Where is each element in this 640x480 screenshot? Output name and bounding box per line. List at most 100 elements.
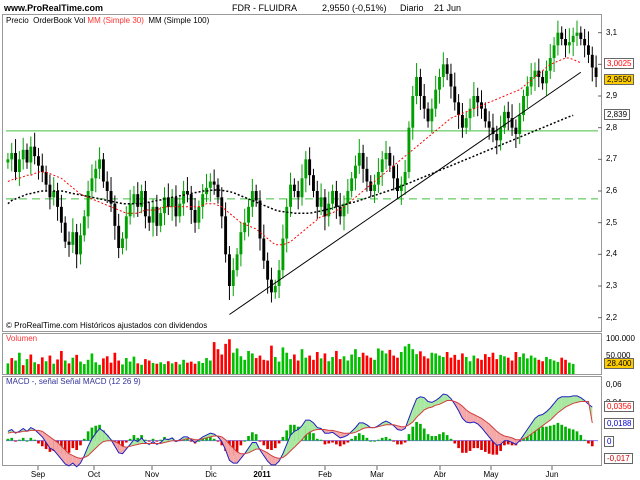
candle-body (159, 213, 163, 226)
candle-body (56, 191, 60, 207)
candle-body (132, 194, 136, 204)
volume-bar (102, 358, 105, 374)
candle-body (457, 102, 461, 115)
price-tick-label: 2,3 (606, 281, 618, 290)
volume-bar (121, 364, 124, 374)
price-tick-label: 2,6 (606, 186, 618, 195)
x-tick-label: Abr (434, 470, 447, 479)
macd-hist-bar (541, 426, 544, 441)
candle-body (193, 210, 197, 223)
macd-hist-bar (434, 436, 438, 441)
macd-hist-bar (124, 440, 128, 443)
candle-body (472, 96, 476, 109)
macd-hist-bar (75, 440, 78, 450)
macd-hist-bar (319, 439, 323, 441)
volume-bar (33, 362, 36, 374)
candle-body (537, 70, 541, 77)
volume-bar (350, 354, 353, 374)
candle-body (33, 146, 37, 157)
volume-bar (197, 361, 201, 374)
candle-body (346, 191, 350, 204)
macd-hist-bar (258, 440, 262, 442)
volume-bar (40, 357, 44, 374)
volume-bar (545, 356, 548, 374)
volume-bar (464, 356, 468, 374)
volume-bar (18, 352, 21, 374)
volume-bar (220, 354, 224, 374)
candle-body (136, 194, 140, 207)
macd-hist-bar (548, 425, 552, 441)
candle-body (182, 191, 186, 204)
macd-hist-bar (579, 435, 583, 441)
candle-body (487, 121, 491, 128)
candle-body (117, 225, 121, 248)
candle-body (266, 260, 270, 280)
candle-body (151, 206, 155, 223)
macd-hist-bar (147, 440, 151, 442)
volume-bar (327, 361, 331, 374)
macd-hist-bar (464, 440, 468, 453)
candle-body (445, 64, 449, 74)
macd-hist-bar (144, 439, 147, 441)
volume-bar (25, 359, 29, 374)
candle-body (365, 168, 369, 182)
chart-canvas: Sep Oct Nov Dic 2011 Feb Mar Abr May Jun (6, 20, 602, 479)
candle-body (323, 197, 327, 217)
volume-bar (392, 355, 396, 374)
macd-hist-bar (449, 438, 453, 441)
macd-hist-bar (212, 438, 216, 441)
volume-bar (449, 357, 453, 374)
candle-body (208, 181, 212, 188)
price-tick-label: 2,8 (606, 123, 618, 132)
volume-bar (529, 355, 533, 374)
volume-tick-label: 100.000 (606, 334, 635, 343)
macd-hist-bar (312, 433, 315, 441)
candle-body (235, 254, 239, 271)
candle-body (59, 206, 63, 223)
candle-body (113, 203, 117, 226)
macd-hist-bar (556, 422, 560, 441)
volume-bar (109, 362, 113, 374)
candle-body (67, 241, 71, 245)
macd-hist-bar (266, 440, 269, 450)
candle-body (587, 45, 590, 55)
candle-body (518, 115, 522, 134)
candle-body (354, 165, 357, 179)
volume-bar (174, 361, 178, 374)
volume-bar (480, 359, 483, 374)
volume-bar (518, 356, 522, 374)
volume-bar (228, 339, 231, 374)
candle-body (14, 153, 17, 172)
candle-body (552, 45, 556, 58)
candle-body (449, 73, 453, 87)
volume-bar (29, 354, 33, 374)
volume-bar (533, 357, 537, 374)
candle-body (430, 108, 434, 122)
candle-body (147, 216, 151, 223)
volume-bar (281, 347, 285, 374)
candle-body (564, 39, 567, 46)
volume-bar (170, 363, 174, 374)
candle-body (75, 232, 79, 255)
volume-bar (300, 349, 304, 374)
volume-bar (377, 348, 380, 374)
candle-body (63, 222, 67, 242)
volume-bar (403, 346, 407, 374)
candle-body (308, 159, 312, 176)
volume-bar (144, 359, 147, 374)
volume-bar (388, 349, 392, 374)
macd-hist-bar (441, 432, 445, 441)
macd-hist-bar (159, 439, 163, 441)
macd-hist-bar (342, 440, 346, 445)
volume-bar (476, 358, 480, 374)
macd-hist-bar (327, 440, 331, 444)
candle-body (392, 165, 396, 179)
candle-body (227, 254, 231, 286)
candle-body (388, 153, 392, 166)
macd-hist-bar (18, 439, 21, 441)
candle-body (315, 191, 319, 207)
volume-bar (293, 354, 296, 374)
volume-bar (235, 348, 239, 374)
candle-body (71, 232, 75, 245)
volume-bar (208, 360, 212, 374)
